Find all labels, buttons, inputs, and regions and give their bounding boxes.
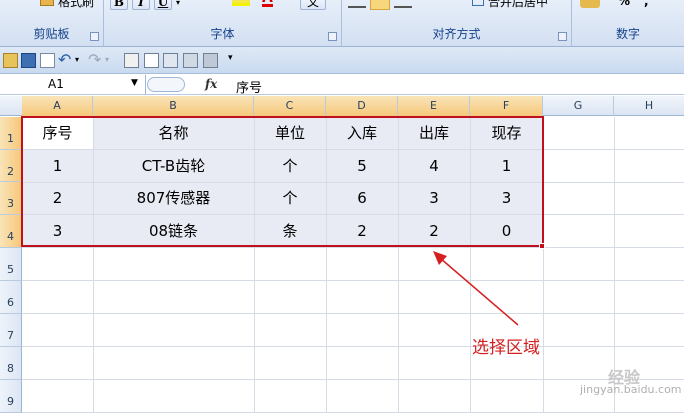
watermark-url: jingyan.baidu.com <box>580 383 682 396</box>
annotation-arrow-icon <box>433 251 519 326</box>
annotation-label: 选择区域 <box>472 338 540 358</box>
